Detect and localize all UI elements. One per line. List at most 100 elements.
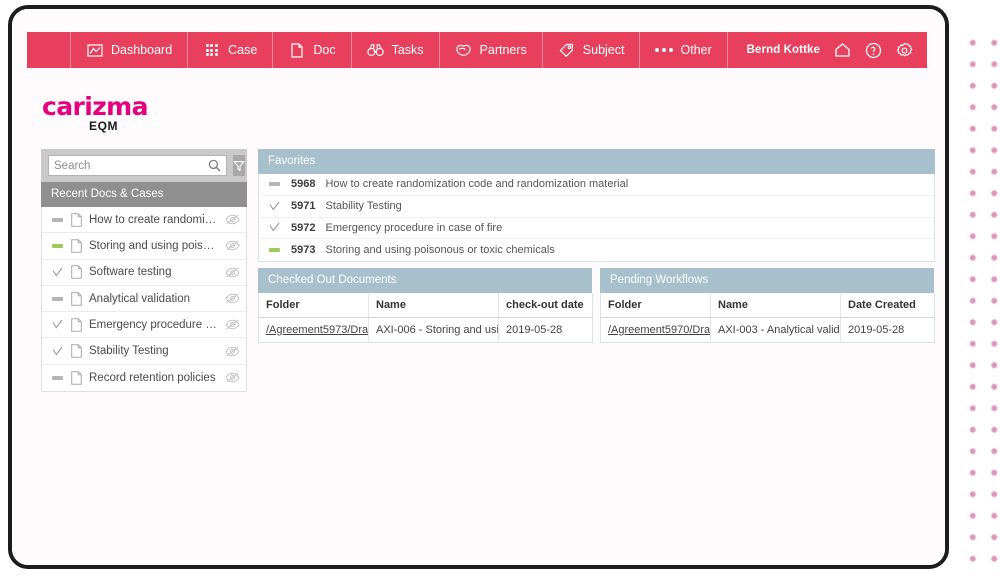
column-header-date[interactable]: Date Created: [840, 293, 935, 318]
cell-folder: /Agreement5973/Draft/: [258, 317, 369, 343]
favorites-row[interactable]: 5968 How to create randomization code an…: [259, 174, 934, 196]
column-header-folder[interactable]: Folder: [600, 293, 711, 318]
document-icon: [71, 291, 82, 306]
column-header-folder[interactable]: Folder: [258, 293, 369, 318]
pending-workflows-panel: Pending Workflows Folder Name Date Creat…: [600, 268, 935, 343]
document-icon: [71, 318, 82, 332]
dashboard-icon: [86, 43, 103, 58]
nav-actions: Bernd Kottke: [747, 32, 927, 68]
status-check-icon: [265, 201, 283, 212]
search-icon[interactable]: [208, 159, 221, 172]
decorative-dot-pattern: [958, 28, 1000, 562]
document-icon: [288, 42, 305, 58]
checked-out-title: Checked Out Documents: [258, 268, 592, 293]
search-field-wrapper[interactable]: [48, 155, 227, 176]
nav-label: Tasks: [391, 43, 424, 57]
document-icon: [71, 344, 82, 358]
eye-off-icon[interactable]: [224, 267, 240, 278]
list-item[interactable]: Emergency procedure in ca...: [42, 312, 246, 339]
list-item[interactable]: Analytical validation: [42, 286, 246, 313]
list-item-label: How to create randomizatio...: [89, 213, 217, 226]
favorites-title: Favorites: [258, 149, 935, 174]
nav-item-dashboard[interactable]: Dashboard: [70, 32, 187, 68]
nav-label: Doc: [313, 43, 336, 57]
status-check-icon: [265, 222, 283, 233]
document-icon: [71, 265, 82, 280]
status-dash-icon: [265, 248, 283, 253]
favorites-row-title: Storing and using poisonous or toxic che…: [325, 244, 555, 257]
user-name[interactable]: Bernd Kottke: [747, 44, 820, 56]
favorites-row-id: 5973: [291, 244, 316, 257]
column-header-name[interactable]: Name: [368, 293, 499, 318]
nav-item-case[interactable]: Case: [187, 32, 272, 68]
grid-dots-icon: [203, 43, 220, 58]
eye-off-icon[interactable]: [224, 346, 240, 357]
eye-off-icon[interactable]: [224, 319, 240, 330]
list-item-label: Analytical validation: [89, 292, 191, 305]
handshake-icon: [455, 43, 472, 58]
ellipsis-icon: [654, 43, 673, 58]
favorites-row-id: 5971: [291, 200, 316, 213]
table-row[interactable]: /Agreement5970/Draft/ AXI-003 - Analytic…: [600, 317, 935, 343]
nav-items: Dashboard Case Doc Tasks Partners Subjec…: [70, 32, 728, 68]
favorites-row[interactable]: 5972 Emergency procedure in case of fire: [259, 218, 934, 240]
settings-icon[interactable]: [895, 41, 913, 59]
table-row[interactable]: /Agreement5973/Draft/ AXI-006 - Storing …: [258, 317, 593, 343]
list-item[interactable]: Storing and using poisonou...: [42, 233, 246, 260]
nav-item-partners[interactable]: Partners: [438, 32, 542, 68]
list-item-label: Storing and using poisonou...: [89, 239, 217, 252]
checked-out-table: Folder Name check-out date /Agreement597…: [258, 293, 593, 343]
status-dash-icon: [50, 243, 64, 248]
status-dash-icon: [265, 182, 283, 187]
column-header-date[interactable]: check-out date: [498, 293, 593, 318]
recent-docs-list: How to create randomizatio... Storing an…: [41, 207, 247, 393]
cell-name: AXI-006 - Storing and using poisonous: [368, 317, 499, 343]
logo-wordmark: carizma: [42, 92, 148, 121]
favorites-row[interactable]: 5973 Storing and using poisonous or toxi…: [259, 239, 934, 261]
eye-off-icon[interactable]: [224, 293, 240, 304]
nav-item-subject[interactable]: Subject: [541, 32, 640, 68]
nav-item-other[interactable]: Other: [639, 32, 728, 68]
cell-date: 2019-05-28: [506, 324, 563, 336]
list-item[interactable]: How to create randomizatio...: [42, 207, 246, 234]
folder-link[interactable]: /Agreement5970/Draft/: [608, 324, 710, 336]
cell-date: 2019-05-28: [848, 324, 905, 336]
favorites-row-id: 5972: [291, 221, 316, 234]
nav-item-tasks[interactable]: Tasks: [350, 32, 439, 68]
nav-label: Partners: [479, 43, 527, 57]
help-icon[interactable]: [864, 41, 882, 59]
nav-label: Dashboard: [111, 43, 173, 57]
status-dash-icon: [50, 217, 64, 222]
app-logo[interactable]: carizma EQM: [42, 94, 148, 132]
eye-off-icon[interactable]: [224, 214, 240, 225]
list-item[interactable]: Record retention policies: [42, 365, 246, 391]
home-icon[interactable]: [833, 41, 851, 59]
nav-item-doc[interactable]: Doc: [272, 32, 350, 68]
favorites-row[interactable]: 5971 Stability Testing: [259, 196, 934, 218]
favorites-row-title: Stability Testing: [325, 200, 402, 213]
eye-off-icon[interactable]: [224, 240, 240, 251]
list-item-label: Emergency procedure in ca...: [89, 318, 217, 331]
document-icon: [71, 239, 82, 253]
favorites-row-title: Emergency procedure in case of fire: [325, 221, 503, 234]
table-header-row: Folder Name Date Created: [600, 293, 935, 318]
search-input[interactable]: [54, 159, 208, 172]
favorites-row-title: How to create randomization code and ran…: [325, 178, 629, 191]
device-frame: Dashboard Case Doc Tasks Partners Subjec…: [8, 5, 949, 569]
list-item[interactable]: Stability Testing: [42, 338, 246, 365]
column-header-name[interactable]: Name: [710, 293, 841, 318]
status-check-icon: [50, 319, 64, 330]
list-item[interactable]: Software testing: [42, 260, 246, 286]
folder-link[interactable]: /Agreement5973/Draft/: [266, 324, 368, 336]
screen: Dashboard Case Doc Tasks Partners Subjec…: [12, 9, 945, 565]
binoculars-icon: [366, 43, 384, 58]
favorites-list: 5968 How to create randomization code an…: [258, 174, 935, 263]
nav-label: Case: [228, 43, 258, 57]
status-dash-icon: [50, 375, 64, 380]
cell-name: AXI-003 - Analytical validation.doc: [710, 317, 841, 343]
eye-off-icon[interactable]: [224, 372, 240, 383]
filter-button[interactable]: [233, 155, 245, 176]
status-check-icon: [50, 267, 64, 278]
document-icon: [71, 212, 82, 227]
logo-subtext: EQM: [89, 119, 119, 133]
